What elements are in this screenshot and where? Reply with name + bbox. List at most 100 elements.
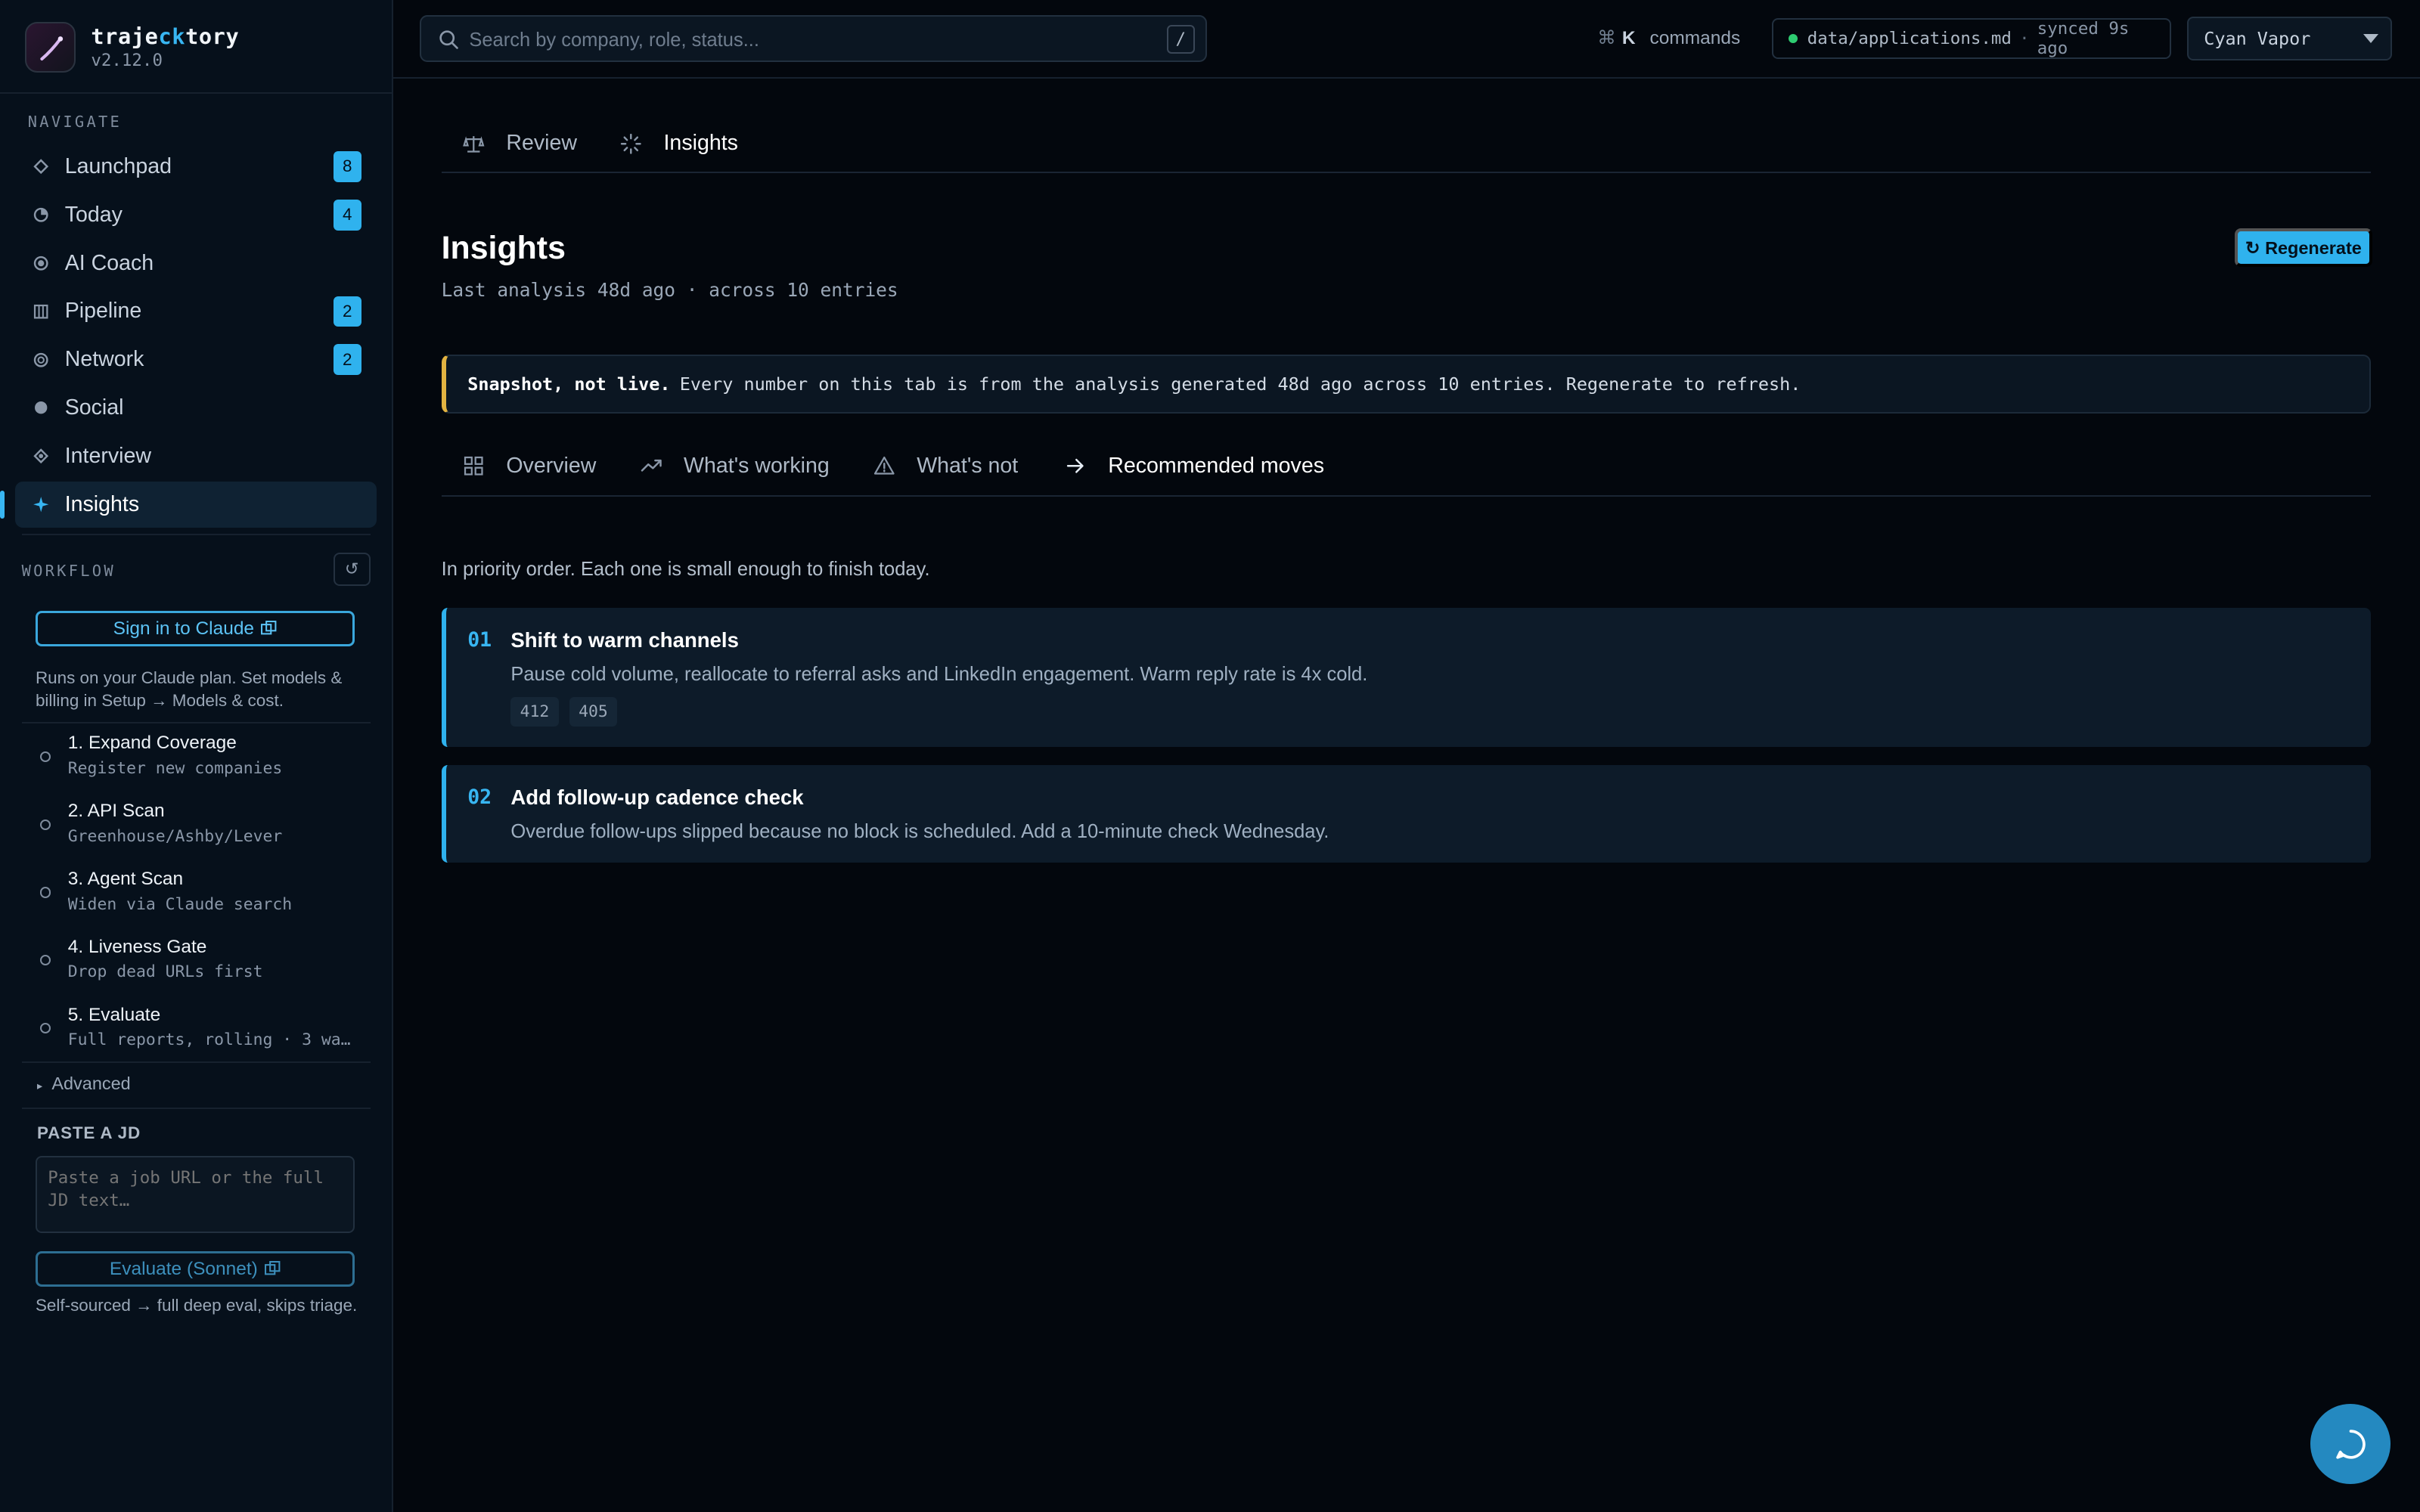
step-title: 2. API Scan bbox=[67, 801, 165, 822]
snapshot-heading: Snapshot, not live. bbox=[467, 373, 671, 395]
search-box[interactable]: / bbox=[420, 15, 1207, 62]
step-title: 3. Agent Scan bbox=[67, 868, 184, 889]
workflow-step[interactable]: 2. API Scan Greenhouse/Ashby/Lever bbox=[22, 793, 371, 861]
tab-label: What's working bbox=[684, 453, 830, 478]
columns-icon bbox=[33, 303, 49, 320]
clock-icon bbox=[33, 206, 49, 223]
nav-item-ai-coach[interactable]: AI Coach bbox=[15, 240, 377, 287]
tab-recommended-moves[interactable]: Recommended moves bbox=[1065, 454, 1324, 479]
step-subtitle: Drop dead URLs first bbox=[67, 962, 263, 982]
command-palette-button[interactable]: ⌘ K commands bbox=[1597, 26, 1740, 49]
evaluate-sonnet-button[interactable]: Evaluate (Sonnet) bbox=[35, 1251, 355, 1287]
loader-icon bbox=[620, 133, 642, 155]
search-input[interactable] bbox=[469, 24, 1149, 56]
step-title: 4. Liveness Gate bbox=[67, 936, 207, 957]
search-icon bbox=[439, 30, 458, 49]
workflow-step[interactable]: 3. Agent Scan Widen via Claude search bbox=[22, 861, 371, 929]
chat-button[interactable] bbox=[2310, 1404, 2391, 1485]
sign-in-note: Runs on your Claude plan. Set models & b… bbox=[35, 668, 343, 711]
reset-workflow-button[interactable]: ↺ bbox=[333, 552, 371, 587]
page-title: Insights bbox=[441, 230, 566, 267]
navigate-label: NAVIGATE bbox=[27, 112, 123, 131]
move-card[interactable]: 02 Add follow-up cadence check Overdue f… bbox=[441, 765, 2371, 863]
snapshot-text: Every number on this tab is from the ana… bbox=[679, 373, 1801, 395]
theme-select[interactable]: Cyan Vapor bbox=[2186, 17, 2393, 60]
workflow-label: WORKFLOW bbox=[21, 561, 116, 580]
nav-label: Network bbox=[64, 347, 144, 372]
step-title: 5. Evaluate bbox=[67, 1004, 161, 1025]
sync-ok-icon bbox=[1789, 33, 1798, 44]
nav-item-today[interactable]: Today 4 bbox=[15, 192, 377, 238]
divider bbox=[21, 534, 371, 536]
brand[interactable]: trajecktory v2.12.0 bbox=[24, 21, 240, 73]
external-copy-icon bbox=[261, 621, 277, 635]
move-number: 02 bbox=[467, 785, 492, 809]
button-label: Evaluate (Sonnet) bbox=[109, 1258, 258, 1279]
refresh-icon: ↺ bbox=[344, 559, 359, 579]
sign-in-claude-button[interactable]: Sign in to Claude bbox=[35, 611, 355, 647]
nav-label: Social bbox=[64, 395, 124, 420]
step-title: 1. Expand Coverage bbox=[67, 733, 237, 754]
nav-item-launchpad[interactable]: Launchpad 8 bbox=[15, 144, 377, 190]
nav-label: AI Coach bbox=[64, 250, 154, 275]
step-status-icon bbox=[40, 955, 51, 966]
step-status-icon bbox=[40, 1022, 51, 1034]
advanced-toggle[interactable]: ▸ Advanced bbox=[37, 1074, 131, 1094]
workflow-step[interactable]: 1. Expand Coverage Register new companie… bbox=[22, 725, 371, 793]
sidebar: trajecktory v2.12.0 NAVIGATE Launchpad 8… bbox=[0, 0, 394, 1512]
count-badge: 4 bbox=[333, 199, 361, 231]
tab-label: What's not bbox=[917, 453, 1019, 478]
app-name: trajecktory bbox=[91, 23, 240, 50]
nav-list: Launchpad 8 Today 4 AI Coach Pipeline 2 … bbox=[0, 144, 377, 530]
paste-jd-label: PASTE A JD bbox=[36, 1123, 141, 1142]
tab-insights[interactable]: Insights bbox=[620, 131, 738, 156]
circle-icon bbox=[33, 399, 49, 416]
entry-chip[interactable]: 405 bbox=[569, 697, 618, 727]
diamond-icon bbox=[33, 158, 49, 175]
tab-overview[interactable]: Overview bbox=[463, 454, 596, 479]
nav-item-insights[interactable]: Insights bbox=[0, 481, 377, 528]
workflow-steps: 1. Expand Coverage Register new companie… bbox=[22, 725, 371, 1064]
button-label: Sign in to Claude bbox=[113, 618, 255, 639]
tab-review[interactable]: Review bbox=[463, 131, 577, 156]
scale-icon bbox=[463, 133, 485, 155]
page-subtitle: Last analysis 48d ago · across 10 entrie… bbox=[441, 279, 898, 302]
sync-status[interactable]: data/applications.md · synced 9s ago bbox=[1771, 18, 2172, 59]
sparkle-icon bbox=[33, 496, 49, 513]
move-description: Overdue follow-ups slipped because no bl… bbox=[510, 820, 1329, 842]
nav-item-network[interactable]: Network 2 bbox=[15, 336, 377, 383]
paste-jd-input[interactable] bbox=[35, 1155, 355, 1233]
entry-chip[interactable]: 412 bbox=[510, 697, 559, 727]
trend-up-icon bbox=[641, 455, 662, 477]
theme-value: Cyan Vapor bbox=[2204, 28, 2311, 49]
advanced-label: Advanced bbox=[51, 1074, 131, 1094]
chevron-right-icon: ▸ bbox=[36, 1080, 43, 1093]
move-card[interactable]: 01 Shift to warm channels Pause cold vol… bbox=[441, 608, 2371, 747]
nav-label: Interview bbox=[64, 444, 151, 469]
app-version: v2.12.0 bbox=[91, 51, 163, 71]
count-badge: 8 bbox=[333, 150, 361, 182]
nav-label: Launchpad bbox=[64, 153, 172, 178]
workflow-step[interactable]: 5. Evaluate Full reports, rolling · 3 wa… bbox=[22, 996, 371, 1064]
snapshot-notice: Snapshot, not live. Every number on this… bbox=[441, 355, 2371, 414]
workflow-step[interactable]: 4. Liveness Gate Drop dead URLs first bbox=[22, 929, 371, 997]
warning-icon bbox=[873, 455, 895, 477]
tab-whats-working[interactable]: What's working bbox=[641, 454, 830, 479]
nav-item-interview[interactable]: Interview bbox=[15, 433, 377, 479]
nav-item-pipeline[interactable]: Pipeline 2 bbox=[15, 288, 377, 334]
move-title: Shift to warm channels bbox=[510, 627, 739, 652]
regenerate-button[interactable]: ↻ Regenerate bbox=[2235, 228, 2372, 268]
app-logo bbox=[24, 21, 76, 73]
tab-whats-not[interactable]: What's not bbox=[873, 454, 1018, 479]
step-subtitle: Full reports, rolling · 3 wai… bbox=[67, 1030, 355, 1050]
moves-intro: In priority order. Each one is small eno… bbox=[441, 558, 930, 580]
divider bbox=[21, 722, 371, 724]
step-subtitle: Greenhouse/Ashby/Lever bbox=[67, 826, 283, 846]
insight-sub-tabs: Overview What's working What's not Recom… bbox=[441, 445, 2371, 497]
network-icon bbox=[33, 352, 49, 368]
external-copy-icon bbox=[264, 1261, 281, 1275]
tab-label: Insights bbox=[663, 131, 738, 156]
step-status-icon bbox=[40, 887, 51, 898]
step-status-icon bbox=[40, 751, 51, 763]
nav-item-social[interactable]: Social bbox=[15, 385, 377, 431]
